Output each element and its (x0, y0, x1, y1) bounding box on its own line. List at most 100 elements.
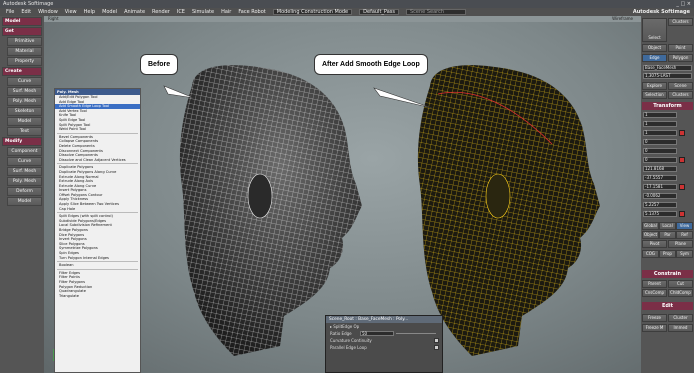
menu-item-boolean[interactable]: Boolean (55, 263, 140, 268)
selection-components-field[interactable]: 1,3075-LAST (643, 73, 692, 79)
menu-item-turn-polygon-internal-edges[interactable]: Turn Polygon Internal Edges (55, 256, 140, 261)
explore-clusters-button[interactable]: Clusters (668, 91, 693, 99)
ref-button[interactable]: Ref (676, 231, 693, 239)
menu-model[interactable]: Model (102, 9, 117, 15)
freeze-m-button[interactable]: Freeze M (642, 324, 667, 332)
toolbar-sub-primitive[interactable]: Primitive (7, 37, 42, 46)
toolbar-sub-model[interactable]: Model (7, 197, 42, 206)
point-mode-button[interactable]: Point (668, 44, 693, 52)
local-button[interactable]: Local (659, 222, 676, 230)
parallel-edge-loop-checkbox[interactable] (434, 345, 439, 350)
transform-value-field[interactable]: 1 (643, 121, 677, 127)
menu-face-robot[interactable]: Face Robot (238, 9, 265, 15)
ratio-edge-field[interactable]: 50 (360, 331, 394, 336)
toolbar-sub-curve[interactable]: Curve (7, 77, 42, 86)
parent-button[interactable]: Parent (642, 280, 667, 288)
view-button[interactable]: View (676, 222, 693, 230)
toolbar-header-modify[interactable]: Modify (2, 137, 42, 146)
property-section[interactable]: ▸ SplitEdge Op (326, 323, 442, 330)
toolbar-sub-skeleton[interactable]: Skeleton (7, 107, 42, 116)
edge-mode-button[interactable]: Edge (642, 54, 667, 62)
curvature-continuity-checkbox[interactable] (434, 338, 439, 343)
transform-value-field[interactable]: 0 (643, 157, 677, 163)
head-mesh-before[interactable] (179, 65, 362, 356)
transform-lock-icon[interactable] (679, 130, 685, 136)
toolbar-sub-curve[interactable]: Curve (7, 157, 42, 166)
explore-scene-button[interactable]: Scene (668, 82, 693, 90)
transform-value-field[interactable]: 121.8168 (643, 166, 677, 172)
plane-button[interactable]: Plane (668, 240, 693, 248)
object-ref-button[interactable]: Object (642, 231, 659, 239)
toolbar-sub-model[interactable]: Model (7, 117, 42, 126)
toolbar-sub-surf-mesh[interactable]: Surf. Mesh (7, 87, 42, 96)
cnscomp-button[interactable]: CnsComp (642, 289, 667, 297)
prop-button[interactable]: Prop (659, 250, 676, 258)
menu-edit[interactable]: Edit (21, 9, 31, 15)
immed-button[interactable]: Immed (668, 324, 693, 332)
pivot-button[interactable]: Pivot (642, 240, 667, 248)
transform-lock-icon[interactable] (679, 184, 685, 190)
transform-header[interactable]: Transform (642, 102, 693, 110)
toolbar-sub-material[interactable]: Material (7, 47, 42, 56)
menu-help[interactable]: Help (84, 9, 95, 15)
menu-render[interactable]: Render (152, 9, 170, 15)
cut-button[interactable]: Cut (668, 280, 693, 288)
edit-header[interactable]: Edit (642, 302, 693, 310)
explore-selection-button[interactable]: Selection (642, 91, 667, 99)
selected-object-field[interactable]: Base_FaceMesh (643, 65, 692, 71)
layout-dropdown[interactable]: Modeling Construction Mode (272, 9, 353, 15)
cluster-edit-button[interactable]: Cluster (668, 314, 693, 322)
transform-value-field[interactable]: -17.1581 (643, 184, 677, 190)
toolbar-header-model[interactable]: Model (2, 17, 42, 26)
explore-button[interactable]: Explore (642, 82, 667, 90)
menu-item-dissolve-and-clean-adjacent-vertices[interactable]: Dissolve and Clean Adjacent Vertices (55, 158, 140, 163)
toolbar-sub-poly-mesh[interactable]: Poly. Mesh (7, 97, 42, 106)
menu-window[interactable]: Window (38, 9, 58, 15)
menu-item-weld-point-tool[interactable]: Weld Point Tool (55, 127, 140, 132)
sym-button[interactable]: Sym (676, 250, 693, 258)
transform-value-field[interactable]: 0 (643, 139, 677, 145)
constrain-header[interactable]: Constrain (642, 270, 693, 278)
menu-hair[interactable]: Hair (221, 9, 231, 15)
menu-view[interactable]: View (65, 9, 77, 15)
chldcomp-button[interactable]: ChldComp (668, 289, 693, 297)
ratio-edge-slider[interactable] (396, 333, 436, 334)
toolbar-sub-deform[interactable]: Deform (7, 187, 42, 196)
menu-item-triangulate[interactable]: Triangulate (55, 294, 140, 299)
window-controls[interactable]: _ □ × (676, 0, 691, 8)
toolbar-sub-property[interactable]: Property (7, 57, 42, 66)
menu-animate[interactable]: Animate (124, 9, 145, 15)
toolbar-sub-surf-mesh[interactable]: Surf. Mesh (7, 167, 42, 176)
clusters-button[interactable]: Clusters (668, 18, 693, 26)
transform-value-field[interactable]: 1 (643, 130, 677, 136)
menu-simulate[interactable]: Simulate (192, 9, 214, 15)
transform-lock-icon[interactable] (679, 211, 685, 217)
toolbar-sub-component[interactable]: Component (7, 147, 42, 156)
cog-button[interactable]: COG (642, 250, 659, 258)
global-button[interactable]: Global (642, 222, 659, 230)
object-mode-button[interactable]: Object (642, 44, 667, 52)
property-page-title[interactable]: Scene_Root : Base_FaceMesh : Poly... (326, 316, 442, 323)
polygon-mode-button[interactable]: Polygon (668, 54, 693, 62)
transform-value-field[interactable]: 5.1375 (643, 211, 677, 217)
transform-value-field[interactable]: -37.5557 (643, 175, 677, 181)
menu-ice[interactable]: ICE (177, 9, 185, 15)
transform-value-field[interactable]: 0 (643, 148, 677, 154)
scene-search-input[interactable]: Scene Search (405, 9, 466, 15)
toolbar-header-get[interactable]: Get (2, 27, 42, 36)
transform-value-field[interactable]: 5.2257 (643, 202, 677, 208)
toolbar-sub-poly-mesh[interactable]: Poly. Mesh (7, 177, 42, 186)
transform-value-field[interactable]: -0.0062 (643, 193, 677, 199)
menu-file[interactable]: File (6, 9, 14, 15)
freeze-button[interactable]: Freeze (642, 314, 667, 322)
callout-after: After Add Smooth Edge Loop (314, 54, 428, 75)
toolbar-sub-text[interactable]: Text (7, 127, 42, 136)
transform-value-field[interactable]: 1 (643, 112, 677, 118)
select-tool-button[interactable]: Select (642, 18, 667, 42)
head-mesh-after[interactable] (417, 65, 600, 356)
transform-lock-icon[interactable] (679, 157, 685, 163)
pass-dropdown[interactable]: Default_Pass (359, 9, 399, 15)
toolbar-header-create[interactable]: Create (2, 67, 42, 76)
menu-item-cap-hole[interactable]: Cap Hole (55, 207, 140, 212)
par-button[interactable]: Par (659, 231, 676, 239)
